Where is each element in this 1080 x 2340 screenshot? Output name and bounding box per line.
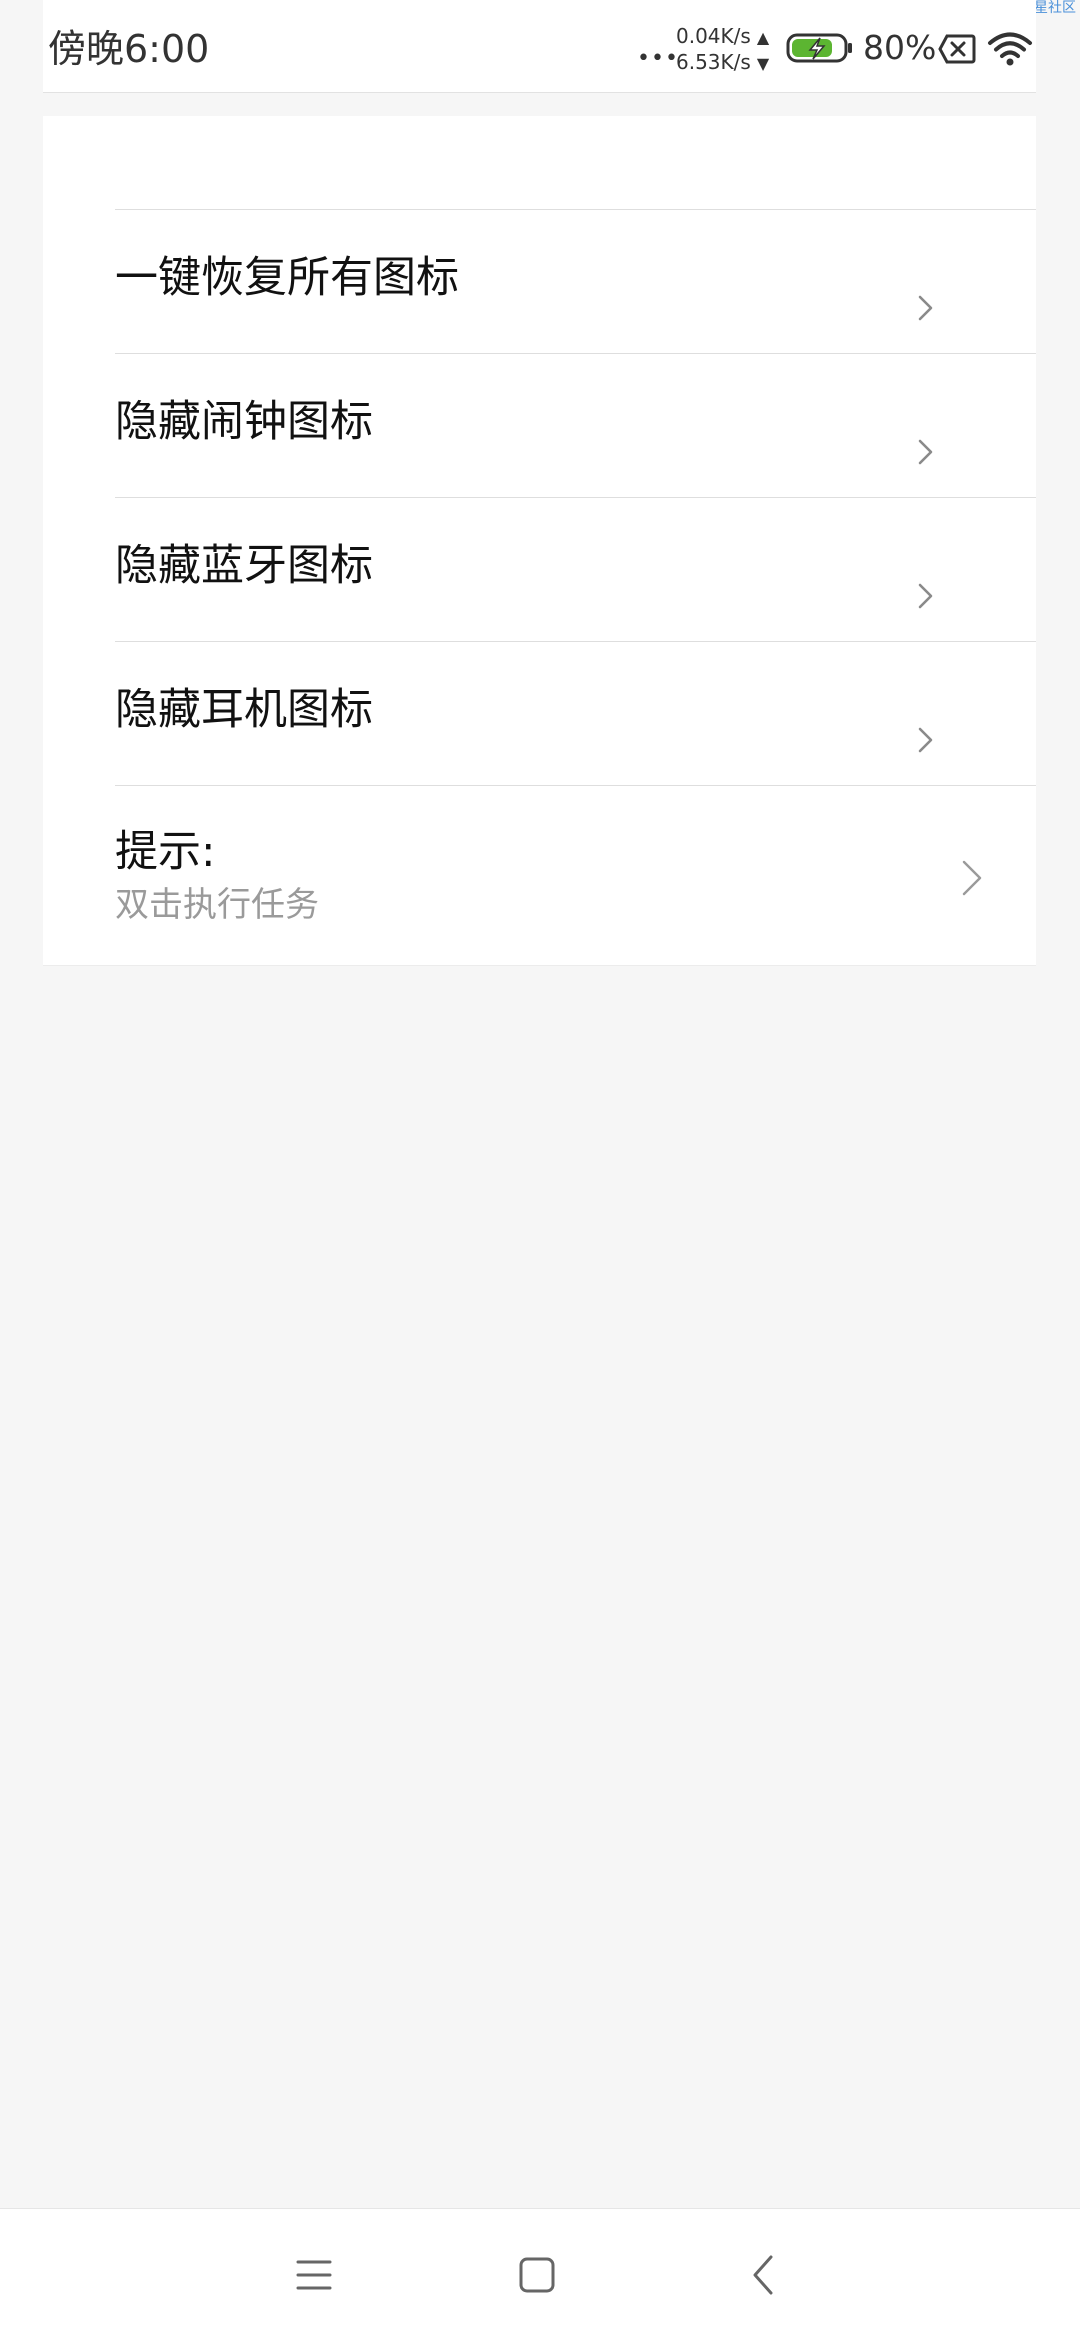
network-speed: 0.04K/s ▲ 6.53K/s ▼	[676, 24, 769, 76]
screen: 流星社区 傍晚6:00 ••• 0.04K/s▲ 6.53K/s▼ 80%	[0, 0, 1080, 2340]
upload-arrow-icon: ▲	[756, 28, 770, 47]
item-label: 隐藏蓝牙图标	[115, 541, 373, 591]
hide-headset-icon-item[interactable]: 隐藏耳机图标	[115, 642, 1036, 786]
item-label: 隐藏耳机图标	[115, 685, 373, 735]
tip-item[interactable]: 提示: 双击执行任务	[115, 786, 1036, 966]
chevron-right-icon	[918, 295, 933, 321]
chevron-right-icon	[918, 727, 933, 753]
download-speed: 6.53K/s	[676, 50, 751, 74]
upload-speed: 0.04K/s	[676, 24, 751, 48]
status-bar: 傍晚6:00 ••• 0.04K/s ▲ 6.53K/s ▼ 80%	[43, 0, 1036, 93]
back-icon[interactable]	[735, 2245, 795, 2305]
hide-bluetooth-icon-item[interactable]: 隐藏蓝牙图标	[115, 498, 1036, 642]
chevron-right-icon	[918, 583, 933, 609]
item-label: 一键恢复所有图标	[115, 253, 459, 303]
status-time: 傍晚6:00	[48, 27, 210, 71]
home-icon[interactable]	[507, 2245, 567, 2305]
navigation-bar	[0, 2208, 1080, 2340]
upload-speed-row: 0.04K/s ▲	[676, 24, 769, 50]
chevron-right-icon	[962, 860, 982, 896]
chevron-right-icon	[918, 439, 933, 465]
menu-icon[interactable]	[284, 2245, 344, 2305]
wifi-icon	[988, 32, 1032, 66]
settings-card: 一键恢复所有图标 隐藏闹钟图标 隐藏蓝牙图标 隐藏耳机图标 提示: 双击执行任务	[43, 116, 1036, 966]
hide-alarm-icon-item[interactable]: 隐藏闹钟图标	[115, 354, 1036, 498]
restore-all-icons-item[interactable]: 一键恢复所有图标	[115, 210, 1036, 354]
download-speed-row: 6.53K/s ▼	[676, 50, 769, 76]
no-sim-icon	[938, 34, 976, 64]
download-arrow-icon: ▼	[756, 54, 770, 73]
tip-title: 提示:	[115, 827, 216, 877]
item-label: 隐藏闹钟图标	[115, 397, 373, 447]
tip-subtitle: 双击执行任务	[115, 885, 319, 925]
battery-charging-icon	[786, 33, 852, 63]
battery-percent: 80%	[863, 28, 937, 67]
signal-dots-icon: •••	[637, 46, 679, 71]
